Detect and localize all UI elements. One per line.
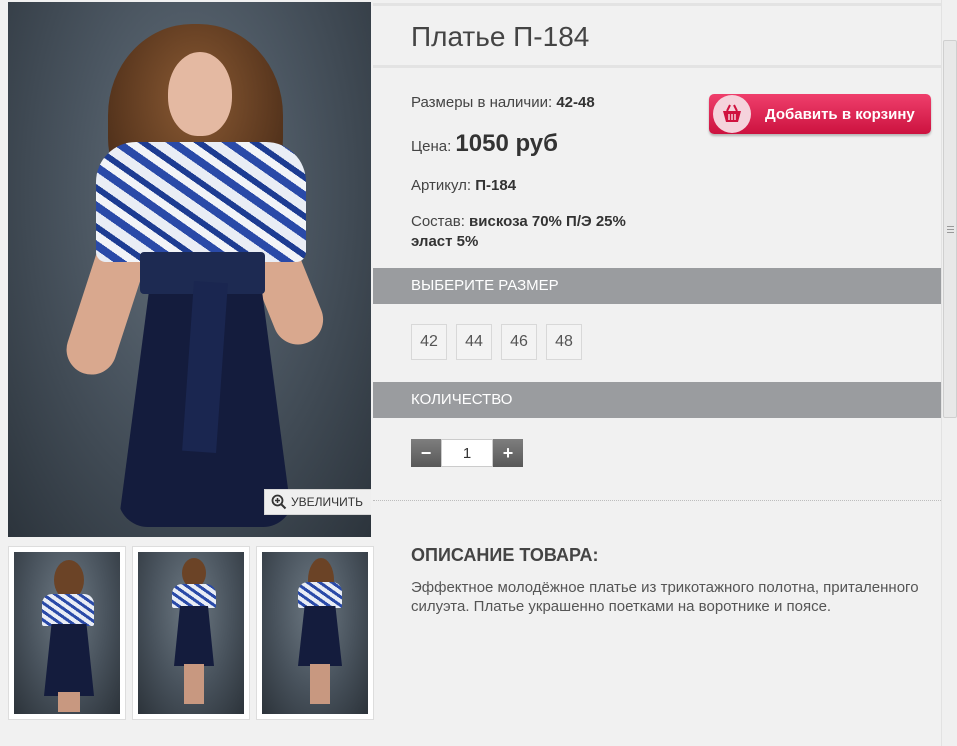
sku: Артикул: П-184	[411, 177, 516, 194]
photo-dress-top	[96, 142, 306, 262]
sku-label: Артикул:	[411, 177, 472, 194]
composition-value-line2: эласт 5%	[411, 233, 479, 250]
composition: Состав: вискоза 70% П/Э 25% эласт 5%	[411, 212, 626, 252]
quantity-decrease-button[interactable]: −	[411, 439, 441, 467]
size-section-header: ВЫБЕРИТЕ РАЗМЕР	[373, 268, 941, 304]
size-option-48[interactable]: 48	[546, 324, 582, 360]
size-selector: 42 44 46 48	[411, 324, 582, 360]
price-value: 1050 руб	[455, 130, 558, 157]
sizes-label: Размеры в наличии:	[411, 94, 553, 111]
add-to-cart-button[interactable]: Добавить в корзину	[709, 94, 931, 134]
photo-face	[168, 52, 232, 136]
size-option-46[interactable]: 46	[501, 324, 537, 360]
scrollbar-grip-icon	[947, 226, 954, 233]
quantity-input[interactable]	[441, 439, 493, 467]
sizes-available: Размеры в наличии: 42-48	[411, 94, 595, 111]
thumbnail-back[interactable]	[256, 546, 374, 720]
quantity-section-header: КОЛИЧЕСТВО	[373, 382, 941, 418]
title-bar: Платье П-184	[373, 3, 941, 68]
main-product-photo[interactable]: УВЕЛИЧИТЬ	[8, 2, 371, 537]
price: Цена: 1050 руб	[411, 130, 558, 158]
price-label: Цена:	[411, 138, 452, 155]
quantity-increase-button[interactable]: +	[493, 439, 523, 467]
basket-icon	[713, 95, 751, 133]
composition-value-line1: вискоза 70% П/Э 25%	[469, 213, 626, 230]
zoom-label: УВЕЛИЧИТЬ	[291, 495, 363, 509]
add-to-cart-label: Добавить в корзину	[765, 105, 915, 123]
thumbnail-strip	[8, 546, 374, 720]
divider	[373, 500, 941, 501]
description-text: Эффектное молодёжное платье из трикотажн…	[411, 579, 919, 615]
sizes-value: 42-48	[556, 94, 595, 111]
thumbnail-front[interactable]	[8, 546, 126, 720]
sku-value: П-184	[475, 177, 517, 194]
description-title: ОПИСАНИЕ ТОВАРА:	[411, 545, 599, 565]
quantity-stepper: − +	[411, 439, 523, 467]
zoom-in-icon	[271, 494, 287, 510]
size-option-44[interactable]: 44	[456, 324, 492, 360]
product-details: Платье П-184 Размеры в наличии: 42-48 До…	[373, 0, 941, 746]
size-option-42[interactable]: 42	[411, 324, 447, 360]
composition-label: Состав:	[411, 213, 465, 230]
page-scrollbar[interactable]	[941, 0, 957, 746]
thumbnail-full[interactable]	[132, 546, 250, 720]
page-title: Платье П-184	[411, 21, 590, 52]
scrollbar-thumb[interactable]	[943, 40, 957, 418]
zoom-button[interactable]: УВЕЛИЧИТЬ	[264, 489, 371, 515]
